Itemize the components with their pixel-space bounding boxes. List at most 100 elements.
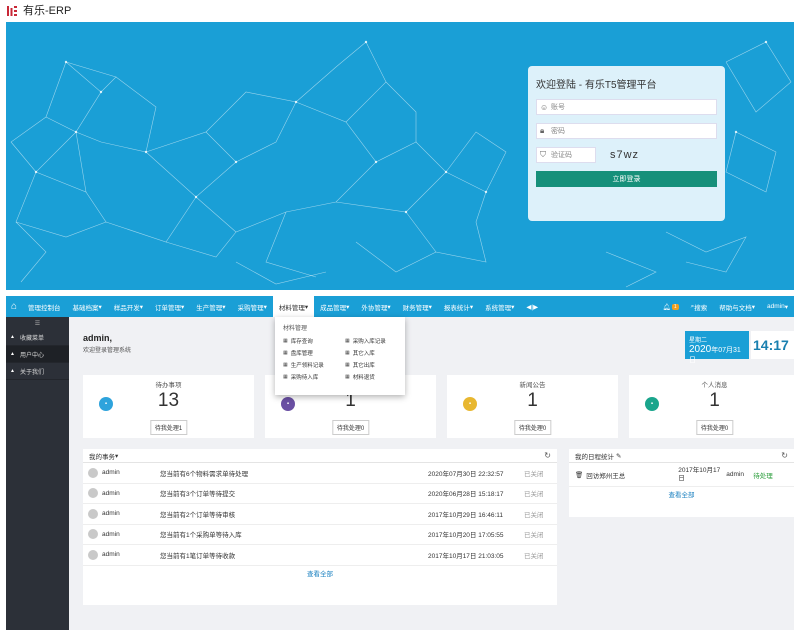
captcha-input[interactable]: ⛉ 验证码 — [536, 147, 596, 163]
menu-item-other-in[interactable]: ▦ 其它入库 — [345, 349, 407, 357]
menu-item-purchase-pending[interactable]: ▦ 采购待入库 — [283, 373, 345, 381]
nav-item-materials[interactable]: 材料管理 ▾ — [272, 296, 315, 317]
logo-icon — [6, 4, 18, 16]
nav-label: 基础档案 — [72, 304, 99, 312]
stat-button[interactable]: 待我处理0 — [513, 420, 552, 435]
captcha-image[interactable]: s7wz — [610, 149, 639, 161]
stat-title: 待办事项 — [155, 382, 182, 389]
tasks-title[interactable]: 我的事务 — [89, 451, 115, 461]
password-input[interactable]: 🔒︎ 密码 — [536, 123, 717, 139]
grid-icon: ▦ — [345, 338, 350, 344]
weekday: 星期二 — [689, 338, 708, 344]
nav-scroll-arrows[interactable]: ◀|▶ — [520, 296, 544, 317]
menu-item-purchase-in-records[interactable]: ▦ 采购入库记录 — [345, 337, 407, 345]
task-time: 2020年07月30日 22:32:57 — [428, 470, 504, 478]
menu-label: 库存查询 — [290, 339, 313, 345]
grid-icon: ▦ — [345, 362, 350, 368]
chevron-up-icon: ▲ — [10, 334, 15, 340]
nav-item-basic-files[interactable]: 基础档案 ▾ — [67, 296, 108, 317]
task-message[interactable]: 您当前有6个物料需求单待处理 — [160, 468, 428, 478]
refresh-icon[interactable]: ↻ — [544, 451, 551, 460]
table-row[interactable]: admin 您当前有2个订单等待审核 2017年10月29日 16:46:11 … — [83, 504, 557, 525]
nav-label: 系统管理 — [485, 304, 512, 312]
schedule-panel: 我的日程统计 ✎ ↻ 🗑︎ 回访郑州王总 2017年10月17日 admin 待… — [569, 449, 794, 517]
login-button[interactable]: 立即登录 — [536, 171, 717, 187]
stat-button[interactable]: 待我处理0 — [331, 420, 370, 435]
schedule-view-all-link[interactable]: 查看全部 — [569, 487, 794, 501]
menu-label: 采购入库记录 — [352, 339, 386, 345]
tasks-view-all-link[interactable]: 查看全部 — [83, 566, 557, 580]
bell-icon: 🔔︎ — [662, 303, 671, 311]
nav-item-system[interactable]: 系统管理 ▾ — [479, 296, 520, 317]
task-status: 已关闭 — [524, 532, 544, 540]
schedule-title: 我的日程统计 — [575, 453, 614, 461]
avatar — [88, 529, 98, 540]
menu-label: 采购待入库 — [290, 375, 319, 381]
welcome-name: admin, — [83, 333, 113, 343]
menu-item-material-return[interactable]: ▦ 材料退货 — [345, 373, 407, 381]
task-message[interactable]: 您当前有2个订单等待审核 — [160, 509, 428, 519]
menu-item-production-picking[interactable]: ▦ 生产领料记录 — [283, 361, 345, 369]
task-message[interactable]: 您当前有3个订单等待提交 — [160, 488, 428, 498]
home-icon[interactable]: ⌂ — [6, 296, 22, 317]
user-menu[interactable]: admin ▾ — [761, 296, 794, 317]
sidebar-item-user-center[interactable]: ▲ 用户中心 — [6, 346, 69, 363]
refresh-icon[interactable]: ↻ — [781, 451, 788, 460]
stat-button[interactable]: 待我处理1 — [149, 420, 188, 435]
account-input[interactable]: ☺ 账号 — [536, 99, 717, 115]
nav-item-finance[interactable]: 财务管理 ▾ — [397, 296, 438, 317]
nav-label: 成品管理 — [320, 304, 347, 312]
sidebar-item-about[interactable]: ▲ 关于我们 — [6, 363, 69, 380]
stat-button[interactable]: 待我处理0 — [695, 420, 734, 435]
schedule-task: 回访郑州王总 — [586, 472, 626, 480]
nav-item-purchasing[interactable]: 采购管理 ▾ — [232, 296, 273, 317]
avatar — [88, 467, 98, 478]
list-item[interactable]: 🗑︎ 回访郑州王总 2017年10月17日 admin 待处理 — [569, 463, 794, 487]
sidebar-item-favorites[interactable]: ▲ 收藏菜单 — [6, 329, 69, 346]
task-message[interactable]: 您当前有1个采购单等待入库 — [160, 529, 428, 539]
sidebar-toggle-icon[interactable]: ☰ — [6, 317, 69, 329]
app-title: 有乐-ERP — [23, 5, 72, 17]
menu-item-inventory-check[interactable]: ▦ 盘库管理 — [283, 349, 345, 357]
schedule-panel-header: 我的日程统计 ✎ ↻ — [569, 449, 794, 463]
nav-label: 材料管理 — [278, 304, 305, 312]
nav-label: 样品开发 — [113, 304, 140, 312]
table-row[interactable]: admin 您当前有6个物料需求单待处理 2020年07月30日 22:32:5… — [83, 463, 557, 484]
nav-item-outsourcing[interactable]: 外协管理 ▾ — [355, 296, 396, 317]
nav-item-finished-goods[interactable]: 成品管理 ▾ — [314, 296, 355, 317]
task-user: admin — [102, 530, 120, 538]
nav-label: 财务管理 — [402, 304, 429, 312]
dropdown-grid: ▦ 库存查询 ▦ 采购入库记录 ▦ 盘库管理 ▦ 其它入库 ▦ 生产领料记录 ▦ 其它出库 … — [283, 337, 397, 381]
menu-item-stock-query[interactable]: ▦ 库存查询 — [283, 337, 345, 345]
avatar — [88, 508, 98, 519]
date-text: 2020年07月31日 — [689, 344, 745, 365]
table-row[interactable]: admin 您当前有3个订单等待提交 2020年06月28日 15:18:17 … — [83, 484, 557, 504]
task-user: admin — [102, 469, 120, 477]
avatar — [88, 488, 98, 499]
menu-item-other-out[interactable]: ▦ 其它出库 — [345, 361, 407, 369]
grid-icon: ▦ — [345, 350, 350, 356]
nav-item-reports[interactable]: 报表统计 ▾ — [438, 296, 479, 317]
edit-icon[interactable]: ✎ — [616, 452, 621, 460]
table-row[interactable]: admin 您当前有1个采购单等待入库 2017年10月20日 17:05:55… — [83, 525, 557, 545]
materials-dropdown: 材料管理 ▦ 库存查询 ▦ 采购入库记录 ▦ 盘库管理 ▦ 其它入库 ▦ 生产领料记录 ▦… — [275, 317, 405, 395]
nav-item-production[interactable]: 生产管理 ▾ — [190, 296, 231, 317]
nav-item-console[interactable]: 管理控制台 — [22, 296, 67, 317]
captcha-placeholder: 验证码 — [551, 152, 572, 159]
task-status: 已关闭 — [524, 552, 544, 560]
search-button[interactable]: ⌕ 搜索 — [685, 296, 714, 317]
welcome-subtitle: 欢迎登录管理系统 — [83, 348, 132, 354]
help-menu[interactable]: 帮助与文档 ▾ — [713, 296, 761, 317]
grid-icon: ▦ — [283, 362, 288, 368]
notification-button[interactable]: 🔔︎ 1 — [657, 296, 685, 317]
table-row[interactable]: admin 您当前有1笔订单等待收款 2017年10月17日 21:03:05 … — [83, 545, 557, 566]
nav-item-orders[interactable]: 订单管理 ▾ — [149, 296, 190, 317]
trash-icon[interactable]: 🗑︎ — [575, 471, 583, 479]
schedule-status: 待处理 — [753, 472, 773, 480]
nav-item-sample-dev[interactable]: 样品开发 ▾ — [108, 296, 149, 317]
notification-badge: 1 — [671, 303, 679, 310]
top-nav: ⌂ 管理控制台 基础档案 ▾ 样品开发 ▾ 订单管理 ▾ 生产管理 ▾ 采购管理 ▾ 材料… — [6, 296, 794, 317]
task-message[interactable]: 您当前有1笔订单等待收款 — [160, 550, 428, 560]
user-label: admin — [767, 303, 785, 310]
account-placeholder: 账号 — [551, 104, 565, 111]
